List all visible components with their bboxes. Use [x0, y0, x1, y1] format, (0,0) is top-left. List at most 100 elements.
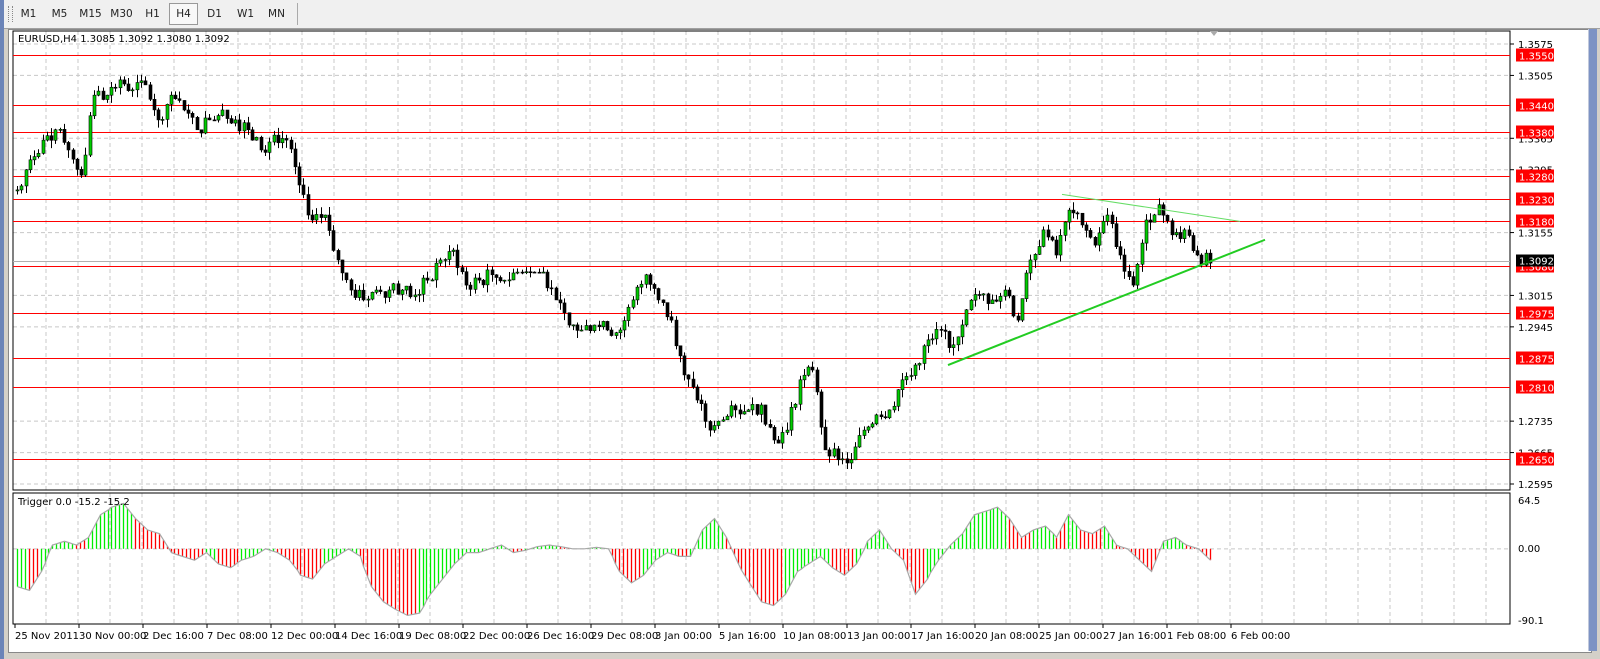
candle-body: [1067, 209, 1072, 223]
candle: [729, 400, 734, 419]
candle: [652, 282, 657, 295]
candle: [177, 91, 182, 103]
candle-body: [682, 355, 687, 376]
candle-body: [263, 149, 268, 153]
candle-body: [259, 136, 264, 151]
candle: [28, 155, 33, 174]
candle-body: [387, 289, 392, 298]
candle-body: [904, 376, 909, 381]
candle: [24, 169, 29, 194]
candle: [378, 285, 383, 295]
candle: [494, 274, 499, 285]
candle: [853, 442, 858, 461]
candle-body: [502, 279, 507, 282]
candle-body: [79, 169, 84, 176]
level-price-label: 1.3230: [1519, 196, 1554, 207]
candle-body: [1058, 235, 1063, 256]
candle: [644, 273, 649, 289]
candle: [857, 427, 862, 448]
candle: [866, 425, 871, 434]
candle-body: [1088, 230, 1093, 238]
candle-body: [229, 118, 234, 124]
candle-body: [1041, 229, 1046, 247]
candle: [806, 365, 811, 377]
candle-body: [396, 283, 401, 295]
candle: [75, 157, 80, 176]
candle: [609, 327, 614, 337]
candle-body: [36, 153, 41, 157]
candle-body: [24, 169, 29, 187]
candle: [182, 100, 187, 112]
candle-body: [1165, 214, 1170, 222]
candle: [254, 136, 259, 141]
candle-body: [203, 117, 208, 134]
candle-body: [340, 259, 345, 274]
candle: [870, 421, 875, 429]
chart-header: EURUSD,H4 1.3085 1.3092 1.3080 1.3092: [18, 34, 230, 45]
candle-body: [845, 458, 850, 464]
candle-body: [135, 82, 140, 91]
candle: [272, 130, 277, 146]
candle: [703, 400, 708, 428]
level-price-label: 1.3180: [1519, 218, 1554, 229]
candle-body: [212, 119, 217, 122]
candle-body: [126, 83, 131, 91]
candle-body: [853, 446, 858, 461]
candle-body: [122, 79, 127, 85]
candle: [1157, 198, 1162, 216]
candle-body: [267, 141, 272, 153]
candle-body: [455, 249, 460, 268]
candle-body: [19, 185, 24, 191]
candle: [562, 298, 567, 321]
candle: [1046, 224, 1051, 241]
shift-marker-icon[interactable]: [1210, 31, 1218, 36]
candle: [575, 322, 580, 339]
candle-body: [798, 379, 803, 405]
candle: [691, 371, 696, 389]
candle-body: [301, 184, 306, 195]
candle-body: [913, 364, 918, 376]
candle: [331, 225, 336, 252]
candle-body: [956, 336, 961, 346]
candle: [986, 292, 991, 311]
candle: [1118, 240, 1123, 260]
support-trendline[interactable]: [947, 238, 1266, 366]
chart-canvas[interactable]: 1.35751.35051.33651.32951.31551.30151.29…: [0, 0, 1600, 659]
candle-body: [862, 429, 867, 436]
candle: [678, 345, 683, 363]
candle-body: [447, 251, 452, 260]
candle-body: [1024, 272, 1029, 299]
candle: [545, 269, 550, 292]
candle: [776, 436, 781, 444]
candle: [785, 422, 790, 435]
candle: [1148, 213, 1153, 231]
candle: [1024, 270, 1029, 302]
candle-body: [165, 104, 170, 120]
candle-body: [1114, 223, 1119, 247]
candle-body: [421, 277, 426, 295]
indicator-tick-label: 0.00: [1518, 544, 1540, 555]
candle: [118, 76, 123, 95]
candle-body: [575, 324, 580, 331]
candle: [391, 282, 396, 294]
candle-body: [742, 411, 747, 415]
level-price-label: 1.2875: [1519, 355, 1554, 366]
candle: [725, 414, 730, 421]
candle: [738, 404, 743, 420]
level-price-label: 1.3440: [1519, 102, 1554, 113]
candle: [584, 319, 589, 331]
candle-body: [15, 189, 20, 192]
candle-body: [1174, 232, 1179, 236]
candle: [1041, 226, 1046, 248]
candle-body: [49, 135, 54, 141]
candle-body: [331, 230, 336, 251]
candle: [635, 285, 640, 305]
candle: [699, 394, 704, 411]
candle: [1003, 285, 1008, 301]
candle: [567, 312, 572, 328]
candle: [1020, 298, 1025, 322]
candle: [716, 420, 721, 430]
candle: [344, 272, 349, 283]
candle: [53, 128, 58, 144]
candle-body: [374, 289, 379, 293]
